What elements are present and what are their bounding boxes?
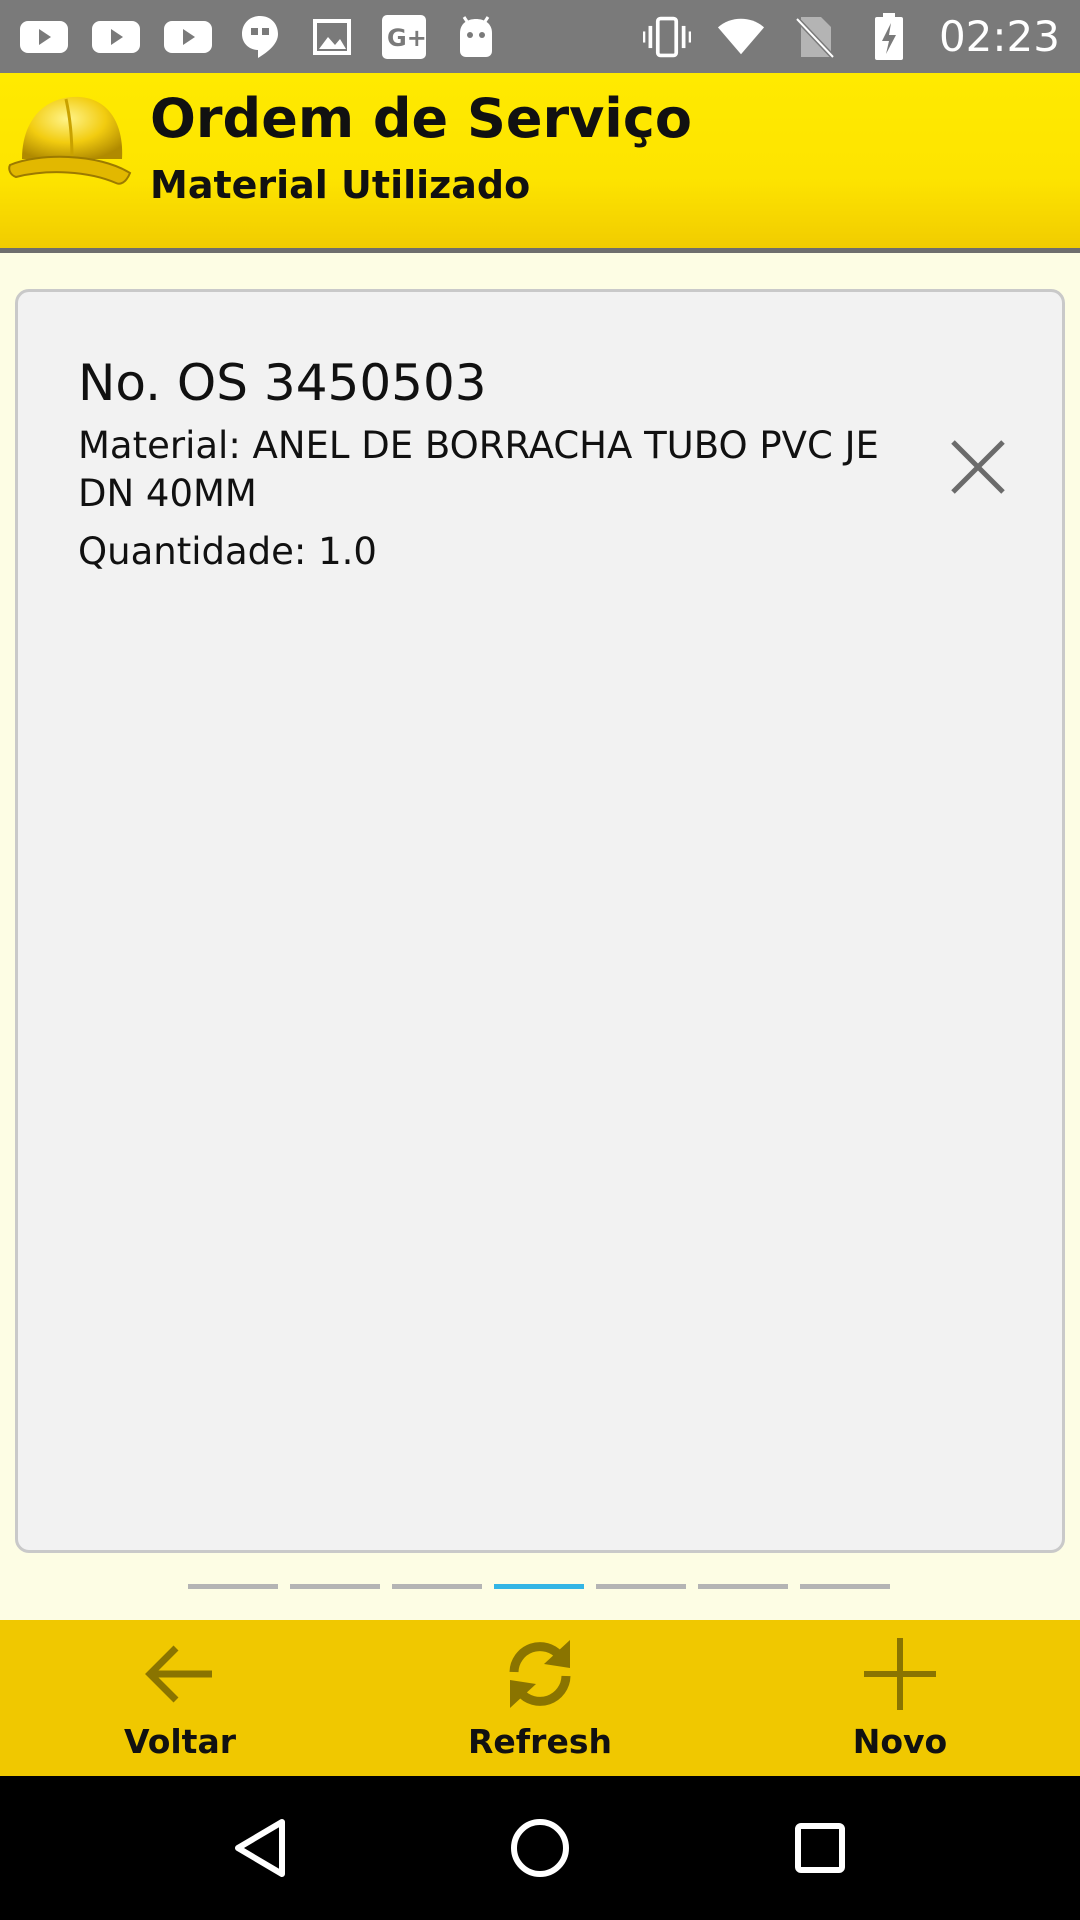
google-plus-icon: G+ <box>380 13 428 61</box>
svg-text:G+: G+ <box>387 24 426 52</box>
page-indicator-dot-active[interactable] <box>494 1584 584 1589</box>
vibrate-icon <box>642 13 691 61</box>
material-description: Material: ANEL DE BORRACHA TUBO PVC JE D… <box>78 424 879 515</box>
arrow-left-icon <box>145 1645 212 1703</box>
no-sim-icon <box>791 13 839 61</box>
helmet-icon <box>8 96 132 185</box>
new-button[interactable]: Novo <box>720 1620 1080 1776</box>
navigation-bar <box>0 1776 1080 1920</box>
delete-material-button[interactable] <box>943 432 1013 502</box>
plus-icon <box>864 1638 936 1710</box>
page-indicator-dot[interactable] <box>800 1584 890 1589</box>
hangouts-icon <box>236 13 284 61</box>
page-indicator-dot[interactable] <box>596 1584 686 1589</box>
youtube-icon <box>164 13 212 61</box>
page-indicator-dot[interactable] <box>698 1584 788 1589</box>
os-number: No. OS 3450503 <box>78 354 487 412</box>
system-icons: 02:23 <box>642 12 1060 61</box>
refresh-button[interactable]: Refresh <box>360 1620 720 1776</box>
battery-charging-icon <box>865 12 913 61</box>
nav-back-button[interactable] <box>215 1803 305 1893</box>
bottom-toolbar: Voltar Refresh Novo <box>0 1620 1080 1776</box>
refresh-icon <box>509 1640 571 1708</box>
back-button-label: Voltar <box>123 1722 237 1761</box>
triangle-back-icon <box>235 1819 285 1877</box>
back-button[interactable]: Voltar <box>0 1620 360 1776</box>
app-header: Ordem de Serviço Material Utilizado <box>0 73 1080 253</box>
square-recents-icon <box>795 1823 845 1873</box>
page-indicator-dot[interactable] <box>392 1584 482 1589</box>
material-quantity: Quantidade: 1.0 <box>78 530 377 573</box>
nav-home-button[interactable] <box>495 1803 585 1893</box>
close-icon <box>951 440 1005 494</box>
new-button-label: Novo <box>852 1722 948 1761</box>
status-bar: G+ 02:23 <box>0 0 1080 73</box>
page-subtitle: Material Utilizado <box>150 163 531 207</box>
android-icon <box>452 13 500 61</box>
youtube-icon <box>92 13 140 61</box>
page-indicator <box>188 1584 890 1589</box>
notification-icons: G+ <box>20 13 500 61</box>
page-title: Ordem de Serviço <box>150 87 692 150</box>
status-clock: 02:23 <box>938 12 1060 61</box>
image-icon <box>308 13 356 61</box>
material-card[interactable]: No. OS 3450503 Material: ANEL DE BORRACH… <box>15 289 1065 1553</box>
nav-recents-button[interactable] <box>775 1803 865 1893</box>
youtube-icon <box>20 13 68 61</box>
page-indicator-dot[interactable] <box>290 1584 380 1589</box>
refresh-button-label: Refresh <box>468 1722 612 1761</box>
wifi-icon <box>717 13 765 61</box>
page-indicator-dot[interactable] <box>188 1584 278 1589</box>
circle-home-icon <box>511 1819 569 1877</box>
